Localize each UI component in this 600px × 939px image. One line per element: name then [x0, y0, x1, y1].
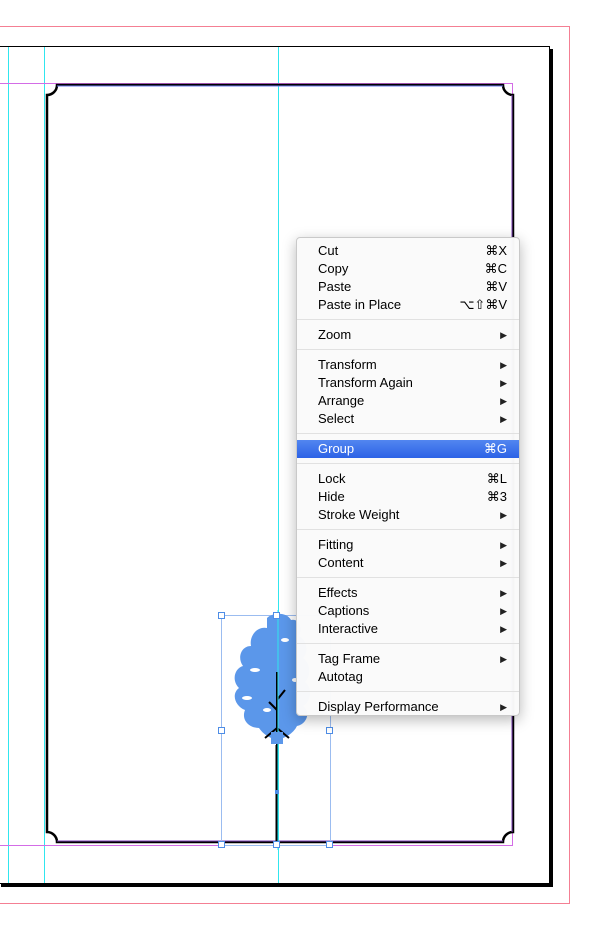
- resize-handle-right[interactable]: [326, 727, 333, 734]
- menu-item-autotag[interactable]: Autotag: [297, 668, 519, 686]
- center-point-handle[interactable]: [275, 790, 279, 794]
- menu-item-label: Paste: [318, 279, 352, 294]
- menu-item-cut[interactable]: Cut ⌘X: [297, 242, 519, 260]
- menu-item-hide[interactable]: Hide ⌘3: [297, 488, 519, 506]
- menu-item-shortcut: ⌘C: [484, 261, 507, 276]
- menu-separator: [297, 691, 519, 692]
- submenu-arrow-icon: ▶: [500, 510, 507, 520]
- resize-handle-bottom-right[interactable]: [326, 841, 333, 848]
- submenu-arrow-icon: ▶: [500, 378, 507, 388]
- menu-item-paste[interactable]: Paste ⌘V: [297, 278, 519, 296]
- submenu-arrow-icon: ▶: [500, 624, 507, 634]
- menu-item-group[interactable]: Group ⌘G: [297, 440, 519, 458]
- submenu-arrow-icon: ▶: [500, 330, 507, 340]
- context-menu: Cut ⌘X Copy ⌘C Paste ⌘V Paste in Place ⌥⇧⌘V Zoom…: [296, 237, 520, 716]
- submenu-arrow-icon: ▶: [500, 588, 507, 598]
- submenu-arrow-icon: ▶: [500, 396, 507, 406]
- submenu-arrow-icon: ▶: [500, 540, 507, 550]
- menu-separator: [297, 529, 519, 530]
- menu-item-shortcut: ⌥⇧⌘V: [459, 297, 507, 312]
- menu-item-display-performance[interactable]: Display Performance ▶: [297, 698, 519, 716]
- menu-item-lock[interactable]: Lock ⌘L: [297, 470, 519, 488]
- menu-item-label: Effects: [318, 585, 358, 600]
- menu-item-fitting[interactable]: Fitting ▶: [297, 536, 519, 554]
- menu-separator: [297, 433, 519, 434]
- menu-item-shortcut: ⌘V: [485, 279, 507, 294]
- menu-item-label: Hide: [318, 489, 345, 504]
- menu-item-label: Stroke Weight: [318, 507, 400, 522]
- menu-separator: [297, 643, 519, 644]
- resize-handle-top-left[interactable]: [218, 612, 225, 619]
- submenu-arrow-icon: ▶: [500, 654, 507, 664]
- menu-item-content[interactable]: Content ▶: [297, 554, 519, 572]
- resize-handle-bottom[interactable]: [273, 841, 280, 848]
- menu-item-label: Transform Again: [318, 375, 413, 390]
- menu-item-label: Cut: [318, 243, 339, 258]
- menu-item-select[interactable]: Select ▶: [297, 410, 519, 428]
- menu-item-effects[interactable]: Effects ▶: [297, 584, 519, 602]
- menu-item-copy[interactable]: Copy ⌘C: [297, 260, 519, 278]
- bleed-guide-bottom: [0, 903, 570, 904]
- submenu-arrow-icon: ▶: [500, 606, 507, 616]
- menu-item-interactive[interactable]: Interactive ▶: [297, 620, 519, 638]
- menu-item-label: Fitting: [318, 537, 354, 552]
- submenu-arrow-icon: ▶: [500, 360, 507, 370]
- menu-item-transform-again[interactable]: Transform Again ▶: [297, 374, 519, 392]
- menu-item-label: Transform: [318, 357, 377, 372]
- bleed-guide-right: [569, 26, 570, 904]
- menu-separator: [297, 577, 519, 578]
- menu-item-label: Interactive: [318, 621, 378, 636]
- menu-item-label: Display Performance: [318, 699, 439, 714]
- resize-handle-top[interactable]: [273, 612, 280, 619]
- menu-item-label: Copy: [318, 261, 349, 276]
- column-guide[interactable]: [8, 47, 9, 883]
- bleed-guide-top: [0, 26, 570, 27]
- menu-item-label: Paste in Place: [318, 297, 402, 312]
- resize-handle-left[interactable]: [218, 727, 225, 734]
- menu-item-transform[interactable]: Transform ▶: [297, 356, 519, 374]
- submenu-arrow-icon: ▶: [500, 558, 507, 568]
- menu-item-shortcut: ⌘X: [485, 243, 507, 258]
- menu-item-label: Tag Frame: [318, 651, 381, 666]
- menu-item-label: Autotag: [318, 669, 363, 684]
- menu-item-label: Arrange: [318, 393, 365, 408]
- menu-separator: [297, 463, 519, 464]
- menu-item-stroke-weight[interactable]: Stroke Weight ▶: [297, 506, 519, 524]
- menu-item-arrange[interactable]: Arrange ▶: [297, 392, 519, 410]
- menu-item-tag-frame[interactable]: Tag Frame ▶: [297, 650, 519, 668]
- submenu-arrow-icon: ▶: [500, 414, 507, 424]
- submenu-arrow-icon: ▶: [500, 702, 507, 712]
- menu-separator: [297, 349, 519, 350]
- resize-handle-bottom-left[interactable]: [218, 841, 225, 848]
- menu-item-label: Zoom: [318, 327, 352, 342]
- menu-item-label: Captions: [318, 603, 370, 618]
- menu-item-shortcut: ⌘G: [483, 441, 507, 456]
- menu-item-captions[interactable]: Captions ▶: [297, 602, 519, 620]
- menu-item-zoom[interactable]: Zoom ▶: [297, 326, 519, 344]
- menu-item-paste-in-place[interactable]: Paste in Place ⌥⇧⌘V: [297, 296, 519, 314]
- menu-item-label: Lock: [318, 471, 346, 486]
- menu-item-shortcut: ⌘3: [486, 489, 507, 504]
- menu-item-label: Content: [318, 555, 364, 570]
- menu-item-shortcut: ⌘L: [486, 471, 507, 486]
- menu-separator: [297, 319, 519, 320]
- menu-item-label: Group: [318, 441, 355, 456]
- menu-item-label: Select: [318, 411, 355, 426]
